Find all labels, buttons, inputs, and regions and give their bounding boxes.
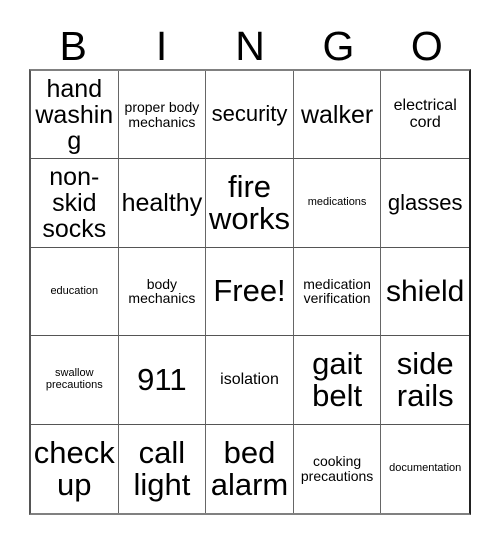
bingo-cell-b4[interactable]: swallow precautions — [31, 336, 119, 425]
bingo-cell-label: isolation — [220, 370, 279, 388]
bingo-cell-b5[interactable]: check up — [31, 424, 119, 513]
bingo-cell-label: security — [211, 101, 288, 127]
bingo-cell-n1[interactable]: security — [206, 71, 294, 160]
bingo-cell-b3[interactable]: education — [31, 247, 119, 337]
bingo-header-letter-b: B — [59, 23, 87, 69]
bingo-cell-label: fire works — [209, 168, 290, 237]
bingo-cell-label: call light — [133, 434, 191, 502]
bingo-cell-i3[interactable]: body mechanics — [118, 247, 207, 337]
bingo-cell-label: cooking precautions — [300, 453, 374, 484]
bingo-cell-label: shield — [385, 274, 465, 308]
bingo-cell-g1[interactable]: walker — [293, 71, 382, 160]
bingo-cell-label: education — [50, 284, 99, 297]
bingo-cell-o3[interactable]: shield — [381, 247, 469, 337]
bingo-cell-label: electrical cord — [393, 97, 457, 131]
bingo-header-row: B I N G O — [29, 12, 471, 69]
bingo-cell-label: documentation — [389, 462, 462, 475]
bingo-header-letter-o: O — [410, 23, 443, 69]
bingo-cell-label: swallow precautions — [45, 367, 103, 391]
bingo-cell-o1[interactable]: electrical cord — [381, 71, 469, 160]
bingo-cell-label: proper body mechanics — [124, 99, 200, 130]
bingo-cell-label: side rails — [396, 345, 454, 413]
bingo-header-letter-g: G — [322, 23, 355, 69]
bingo-cell-b1[interactable]: hand washing — [31, 71, 119, 160]
bingo-cell-label: healthy — [121, 189, 203, 218]
bingo-cell-label: gait belt — [312, 345, 363, 413]
bingo-cell-i1[interactable]: proper body mechanics — [118, 71, 207, 160]
bingo-cell-label: non-skid socks — [42, 163, 107, 244]
bingo-cell-o5[interactable]: documentation — [381, 424, 469, 513]
bingo-cell-n2[interactable]: fire works — [206, 159, 294, 248]
bingo-cell-i5[interactable]: call light — [118, 424, 207, 513]
bingo-cell-label: body mechanics — [128, 275, 196, 307]
bingo-cell-o2[interactable]: glasses — [381, 159, 469, 248]
bingo-cell-i2[interactable]: healthy — [118, 159, 207, 248]
bingo-cell-o4[interactable]: side rails — [381, 336, 469, 425]
bingo-cell-label: bed alarm — [210, 434, 289, 502]
bingo-cell-b2[interactable]: non-skid socks — [31, 159, 119, 248]
bingo-header-letter-i: I — [155, 23, 168, 69]
bingo-cell-g2[interactable]: medications — [293, 159, 382, 248]
bingo-cell-label: medications — [307, 196, 367, 209]
bingo-cell-label: check up — [33, 434, 115, 502]
bingo-header-letter-n: N — [235, 23, 265, 69]
bingo-cell-label: walker — [300, 100, 374, 129]
bingo-cell-n5[interactable]: bed alarm — [206, 424, 294, 513]
bingo-cell-label: glasses — [387, 189, 463, 215]
bingo-cell-label: medication verification — [303, 275, 371, 307]
bingo-cell-label: hand washing — [35, 74, 114, 155]
bingo-cell-label: 911 — [137, 361, 187, 397]
bingo-card: B I N G O hand washing proper body mechan… — [0, 0, 500, 544]
bingo-grid: hand washing proper body mechanics securit… — [29, 69, 471, 515]
bingo-cell-g5[interactable]: cooking precautions — [293, 424, 382, 513]
bingo-cell-g4[interactable]: gait belt — [293, 336, 382, 425]
bingo-cell-n4[interactable]: isolation — [206, 336, 294, 425]
bingo-cell-n3[interactable]: Free! — [206, 247, 294, 337]
bingo-cell-label: Free! — [213, 273, 286, 309]
bingo-cell-g3[interactable]: medication verification — [293, 247, 382, 337]
bingo-cell-i4[interactable]: 911 — [118, 336, 207, 425]
